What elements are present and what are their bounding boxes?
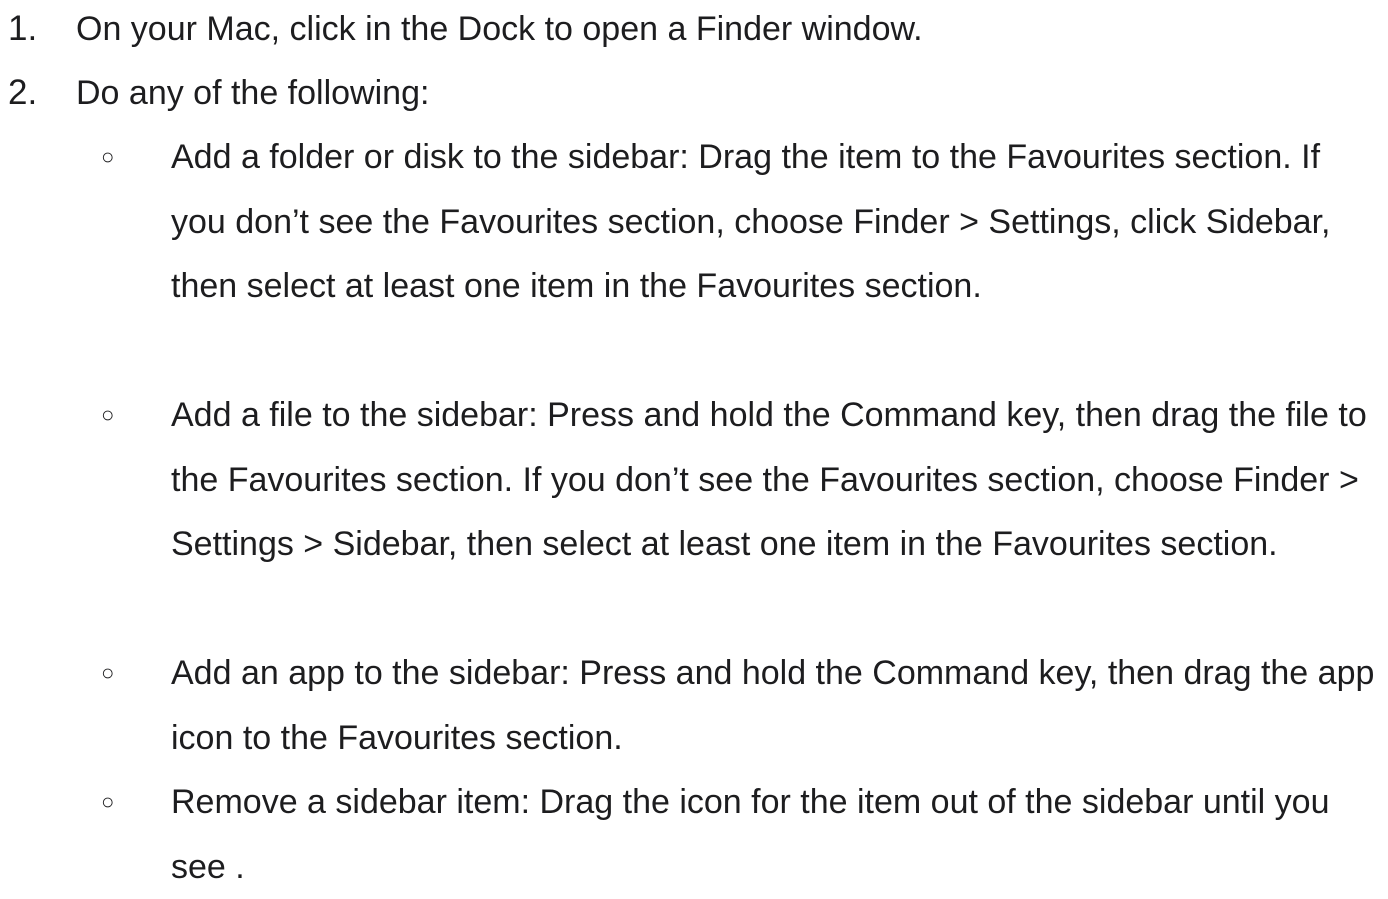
bullet-text: Remove a sidebar item: Drag the icon for…: [171, 783, 1330, 886]
step-text: On your Mac, click in the Dock to open a…: [76, 10, 923, 48]
step-text: Do any of the following:: [76, 74, 430, 112]
bullet-text: Add a file to the sidebar: Press and hol…: [171, 396, 1367, 563]
step-number: 1.: [8, 9, 38, 48]
instructions-document: 1. On your Mac, click in the Dock to ope…: [0, 0, 1388, 886]
hollow-circle-bullet-icon: ○: [101, 144, 115, 169]
hollow-circle-bullet-icon: ○: [101, 789, 115, 814]
bullet-text: Add an app to the sidebar: Press and hol…: [171, 654, 1375, 757]
step-number: 2.: [8, 73, 38, 112]
hollow-circle-bullet-icon: ○: [101, 660, 115, 685]
bullet-text: Add a folder or disk to the sidebar: Dra…: [171, 138, 1331, 305]
hollow-circle-bullet-icon: ○: [101, 402, 115, 427]
